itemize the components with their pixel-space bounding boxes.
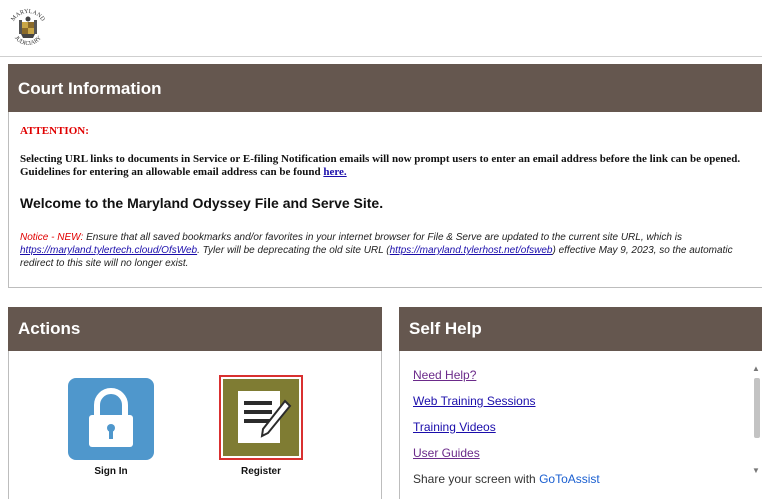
actions-title: Actions — [18, 319, 81, 338]
register-tile-background — [223, 379, 299, 456]
email-link-notice-text: Selecting URL links to documents in Serv… — [20, 153, 741, 178]
scroll-up-arrow-icon[interactable]: ▲ — [752, 364, 760, 373]
lock-icon — [89, 388, 133, 447]
self-help-scrollbar-thumb[interactable] — [754, 378, 760, 438]
gotoassist-link[interactable]: GoToAssist — [539, 472, 600, 486]
court-information-title: Court Information — [18, 79, 162, 98]
top-bar: MARYLAND JUDICIARY — [0, 0, 762, 57]
welcome-heading: Welcome to the Maryland Odyssey File and… — [20, 195, 384, 211]
scroll-down-arrow-icon[interactable]: ▼ — [752, 466, 760, 475]
share-screen-row: Share your screen with GoToAssist — [413, 472, 600, 486]
court-information-panel: ATTENTION: Selecting URL links to docume… — [8, 112, 762, 288]
self-help-title: Self Help — [409, 319, 482, 338]
user-guides-link[interactable]: User Guides — [413, 446, 480, 460]
sign-in-button[interactable] — [68, 378, 154, 460]
need-help-link[interactable]: Need Help? — [413, 368, 476, 382]
notice-text-2: . Tyler will be deprecating the old site… — [197, 245, 390, 256]
court-information-header: Court Information — [8, 64, 762, 112]
document-pencil-icon — [238, 391, 292, 443]
attention-label: ATTENTION: — [20, 125, 89, 137]
url-change-notice: Notice - NEW: Ensure that all saved book… — [20, 231, 745, 270]
self-help-header: Self Help — [399, 307, 762, 351]
register-button[interactable] — [219, 375, 303, 460]
guidelines-here-link[interactable]: here. — [323, 166, 346, 178]
actions-header: Actions — [8, 307, 382, 351]
actions-panel — [8, 351, 382, 499]
email-link-notice: Selecting URL links to documents in Serv… — [20, 153, 745, 179]
share-screen-text: Share your screen with — [413, 472, 540, 486]
training-videos-link[interactable]: Training Videos — [413, 420, 496, 434]
register-label[interactable]: Register — [219, 466, 303, 477]
maryland-judiciary-seal-icon[interactable]: MARYLAND JUDICIARY — [6, 3, 50, 51]
sign-in-label[interactable]: Sign In — [68, 466, 154, 477]
notice-text-1: Ensure that all saved bookmarks and/or f… — [83, 232, 682, 243]
new-site-url-link[interactable]: https://maryland.tylertech.cloud/OfsWeb — [20, 245, 197, 256]
notice-new-label: Notice - NEW: — [20, 232, 84, 243]
old-site-url-link[interactable]: https://maryland.tylerhost.net/ofsweb — [390, 245, 553, 256]
web-training-sessions-link[interactable]: Web Training Sessions — [413, 394, 536, 408]
